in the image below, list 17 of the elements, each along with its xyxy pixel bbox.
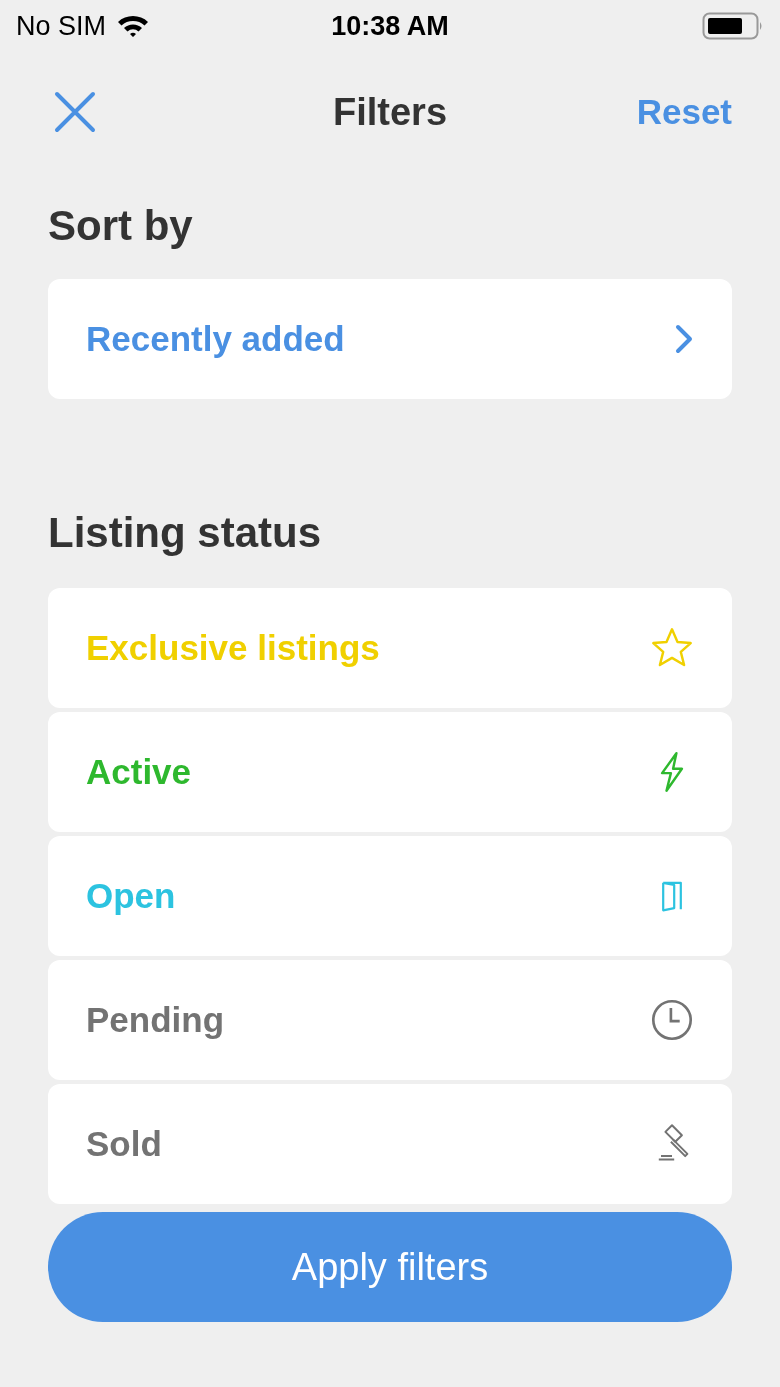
status-option-row[interactable]: Active xyxy=(48,712,732,832)
wifi-icon xyxy=(116,13,151,39)
section-heading: Listing status xyxy=(48,508,323,558)
clock-icon xyxy=(650,998,694,1042)
apply-filters-button[interactable]: Apply filters xyxy=(48,1212,732,1322)
status-option-row[interactable]: Pending xyxy=(48,960,732,1080)
battery-icon xyxy=(702,12,764,40)
close-icon xyxy=(54,91,96,133)
carrier-name: No SIM xyxy=(16,9,107,43)
section-heading: Sort by xyxy=(48,201,194,251)
status-option-row[interactable]: Sold xyxy=(48,1084,732,1204)
sort-option-row[interactable]: Recently added xyxy=(48,279,732,399)
status-option-row[interactable]: Open xyxy=(48,836,732,956)
chevron-right-icon xyxy=(674,323,694,355)
screen-title: Filters xyxy=(333,89,447,135)
reset-button[interactable]: Reset xyxy=(636,85,732,139)
clock-time: 10:38 AM xyxy=(331,9,449,43)
